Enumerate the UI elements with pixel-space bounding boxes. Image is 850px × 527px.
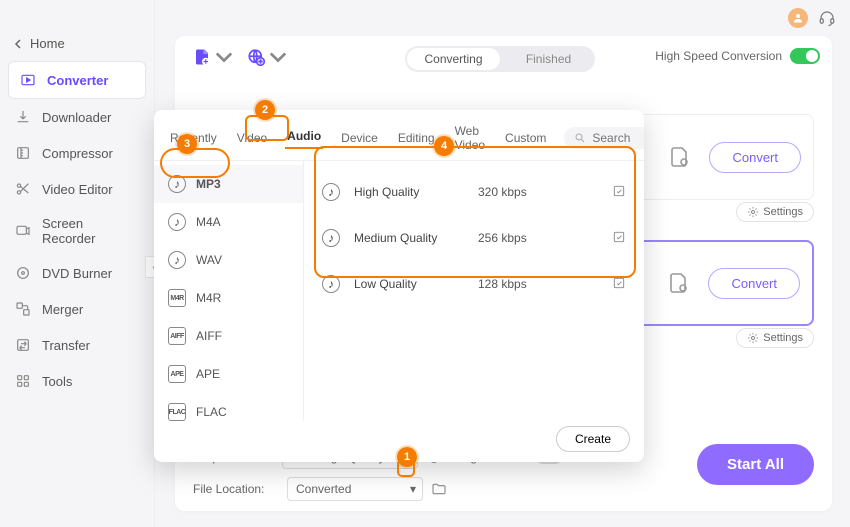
format-list: ♪MP3 ♪M4A ♪WAV M4RM4R AIFFAIFF APEAPE FL… xyxy=(154,161,304,421)
add-file-button[interactable] xyxy=(193,48,233,66)
format-item-m4a[interactable]: ♪M4A xyxy=(154,203,303,241)
scissors-icon xyxy=(14,180,32,198)
step-badge-3: 3 xyxy=(177,134,197,154)
add-url-button[interactable] xyxy=(247,48,287,66)
sidebar-item-downloader[interactable]: Downloader xyxy=(0,99,154,135)
disc-icon xyxy=(14,264,32,282)
compress-icon xyxy=(14,144,32,162)
sidebar-label: Video Editor xyxy=(42,182,113,197)
format-popover: Recently Video Audio Device Editing Web … xyxy=(154,110,644,462)
sidebar-item-dvd-burner[interactable]: DVD Burner xyxy=(0,255,154,291)
status-segmented[interactable]: Converting Finished xyxy=(405,46,595,72)
sidebar-item-transfer[interactable]: Transfer xyxy=(0,327,154,363)
hsc-toggle[interactable] xyxy=(790,48,820,64)
avatar[interactable] xyxy=(788,8,808,28)
sidebar: Home Converter Downloader Compressor Vid… xyxy=(0,0,155,527)
step-badge-1: 1 xyxy=(397,447,417,467)
format-item-wav[interactable]: ♪WAV xyxy=(154,241,303,279)
sidebar-label: Transfer xyxy=(42,338,90,353)
sidebar-item-converter[interactable]: Converter xyxy=(8,61,146,99)
quality-item-high[interactable]: ♪ High Quality 320 kbps xyxy=(304,169,644,215)
pop-tab-device[interactable]: Device xyxy=(339,129,380,147)
popover-search[interactable] xyxy=(564,127,644,149)
audio-icon: ♪ xyxy=(168,175,186,193)
format-item-aiff[interactable]: AIFFAIFF xyxy=(154,317,303,355)
chevron-down-icon xyxy=(215,48,233,66)
sidebar-label: DVD Burner xyxy=(42,266,112,281)
quality-item-medium[interactable]: ♪ Medium Quality 256 kbps xyxy=(304,215,644,261)
sidebar-item-video-editor[interactable]: Video Editor xyxy=(0,171,154,207)
gear-icon xyxy=(747,332,759,344)
aiff-icon: AIFF xyxy=(168,327,186,345)
create-preset-button[interactable]: Create xyxy=(556,426,630,452)
edit-preset-icon[interactable] xyxy=(612,184,626,201)
grid-icon xyxy=(14,372,32,390)
high-speed-row: High Speed Conversion xyxy=(655,48,820,64)
audio-icon: ♪ xyxy=(168,213,186,231)
format-item-m4r[interactable]: M4RM4R xyxy=(154,279,303,317)
sidebar-label: Tools xyxy=(42,374,72,389)
home-label: Home xyxy=(30,36,65,51)
home-back[interactable]: Home xyxy=(0,30,154,61)
open-folder-icon[interactable] xyxy=(431,481,447,497)
gear-icon xyxy=(747,206,759,218)
pop-tab-editing[interactable]: Editing xyxy=(396,129,437,147)
sidebar-label: Downloader xyxy=(42,110,111,125)
popover-tabs: Recently Video Audio Device Editing Web … xyxy=(154,110,644,161)
sidebar-label: Converter xyxy=(47,73,108,88)
file-location-label: File Location: xyxy=(193,482,279,496)
step-badge-4: 4 xyxy=(434,136,454,156)
flac-icon: FLAC xyxy=(168,403,186,421)
output-format-icon[interactable] xyxy=(667,145,691,169)
convert-button[interactable]: Convert xyxy=(709,142,801,173)
chevron-down-icon: ▾ xyxy=(410,482,416,496)
edit-preset-icon[interactable] xyxy=(612,276,626,293)
row-settings-button[interactable]: Settings xyxy=(736,328,814,348)
converter-icon xyxy=(19,71,37,89)
popover-search-input[interactable] xyxy=(592,131,644,145)
tab-converting[interactable]: Converting xyxy=(407,48,500,70)
row-settings-button[interactable]: Settings xyxy=(736,202,814,222)
step-badge-2: 2 xyxy=(255,100,275,120)
sidebar-item-screen-recorder[interactable]: Screen Recorder xyxy=(0,207,154,255)
chevron-left-icon xyxy=(14,39,24,49)
sidebar-item-tools[interactable]: Tools xyxy=(0,363,154,399)
output-format-icon[interactable] xyxy=(666,271,690,295)
convert-button[interactable]: Convert xyxy=(708,268,800,299)
quality-item-low[interactable]: ♪ Low Quality 128 kbps xyxy=(304,261,644,307)
merge-icon xyxy=(14,300,32,318)
quality-list: ♪ High Quality 320 kbps ♪ Medium Quality… xyxy=(304,161,644,421)
audio-icon: ♪ xyxy=(168,251,186,269)
record-icon xyxy=(14,222,32,240)
search-icon xyxy=(574,132,586,144)
audio-icon: ♪ xyxy=(322,183,340,201)
file-location-select[interactable]: Converted ▾ xyxy=(287,477,423,501)
pop-tab-video[interactable]: Video xyxy=(235,129,269,147)
pop-tab-custom[interactable]: Custom xyxy=(503,129,548,147)
sidebar-item-compressor[interactable]: Compressor xyxy=(0,135,154,171)
start-all-button[interactable]: Start All xyxy=(697,444,814,485)
tab-finished[interactable]: Finished xyxy=(502,48,595,70)
transfer-icon xyxy=(14,336,32,354)
sidebar-label: Screen Recorder xyxy=(42,216,140,246)
format-item-flac[interactable]: FLACFLAC xyxy=(154,393,303,421)
chevron-down-icon xyxy=(269,48,287,66)
pop-tab-webvideo[interactable]: Web Video xyxy=(453,122,487,154)
download-icon xyxy=(14,108,32,126)
format-item-ape[interactable]: APEAPE xyxy=(154,355,303,393)
support-icon[interactable] xyxy=(818,9,836,27)
ape-icon: APE xyxy=(168,365,186,383)
sidebar-item-merger[interactable]: Merger xyxy=(0,291,154,327)
audio-icon: ♪ xyxy=(322,275,340,293)
sidebar-label: Merger xyxy=(42,302,83,317)
edit-preset-icon[interactable] xyxy=(612,230,626,247)
pop-tab-audio[interactable]: Audio xyxy=(285,127,323,149)
sidebar-label: Compressor xyxy=(42,146,113,161)
hsc-label: High Speed Conversion xyxy=(655,49,782,63)
m4r-icon: M4R xyxy=(168,289,186,307)
format-item-mp3[interactable]: ♪MP3 xyxy=(154,165,303,203)
audio-icon: ♪ xyxy=(322,229,340,247)
